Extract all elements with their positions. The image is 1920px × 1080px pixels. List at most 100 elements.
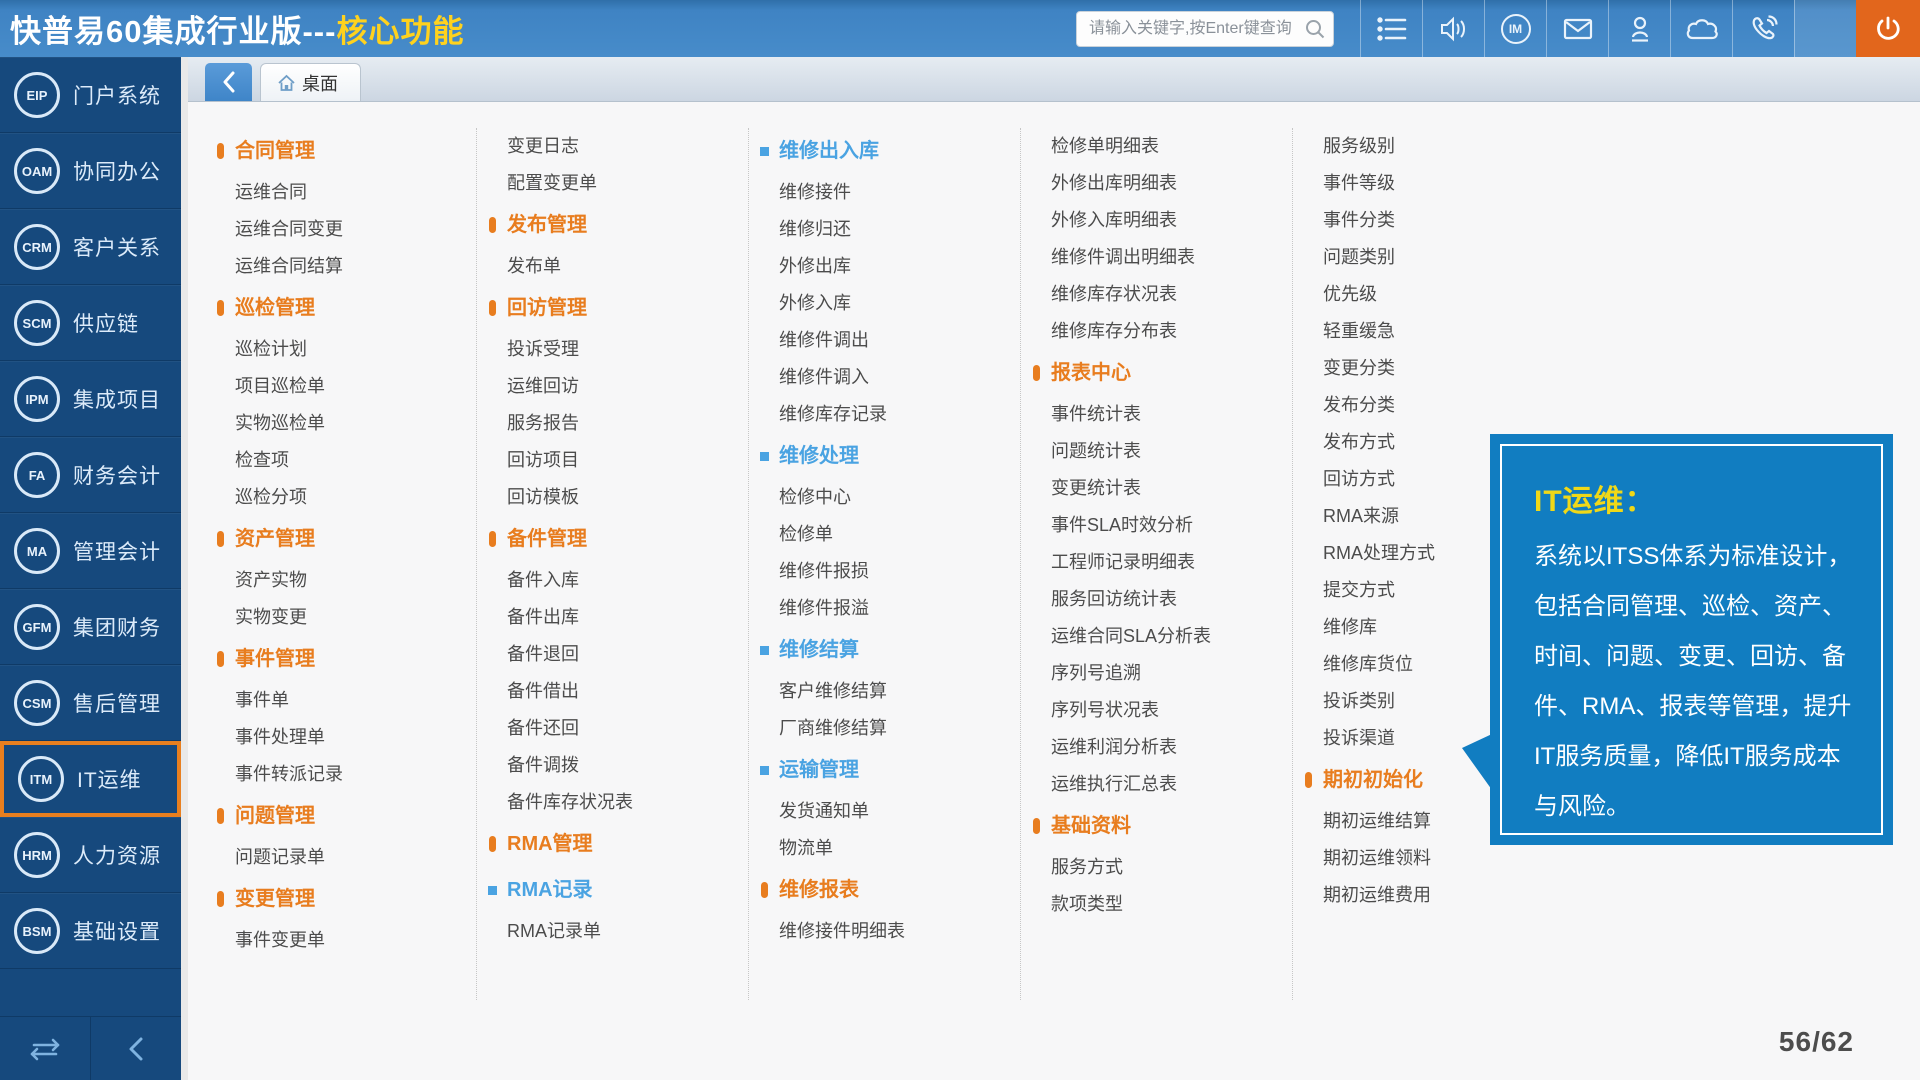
sidebar-item-csm[interactable]: CSM售后管理 xyxy=(0,665,181,741)
menu-list-icon[interactable] xyxy=(1360,0,1422,57)
menu-item[interactable]: 备件调拨 xyxy=(477,747,748,784)
speaker-icon[interactable] xyxy=(1422,0,1484,57)
blank-cell[interactable] xyxy=(1794,0,1856,57)
menu-item[interactable]: 变更日志 xyxy=(477,128,748,165)
menu-item[interactable]: 维修库存状况表 xyxy=(1021,276,1292,313)
menu-item[interactable]: 实物巡检单 xyxy=(205,405,476,442)
sidebar-item-scm[interactable]: SCM供应链 xyxy=(0,285,181,361)
menu-item[interactable]: 事件转派记录 xyxy=(205,756,476,793)
menu-item[interactable]: 运维回访 xyxy=(477,368,748,405)
menu-item[interactable]: 发布分类 xyxy=(1293,387,1565,424)
menu-item[interactable]: 外修入库 xyxy=(749,285,1020,322)
menu-item[interactable]: 检修单 xyxy=(749,516,1020,553)
menu-item[interactable]: 检修单明细表 xyxy=(1021,128,1292,165)
menu-item[interactable]: 事件分类 xyxy=(1293,202,1565,239)
menu-item[interactable]: 检修中心 xyxy=(749,479,1020,516)
menu-item[interactable]: 运维利润分析表 xyxy=(1021,729,1292,766)
menu-item[interactable]: 事件处理单 xyxy=(205,719,476,756)
menu-item[interactable]: 维修接件 xyxy=(749,174,1020,211)
sidebar-item-eip[interactable]: EIP门户系统 xyxy=(0,57,181,133)
menu-item[interactable]: 事件统计表 xyxy=(1021,396,1292,433)
swap-arrows-icon[interactable] xyxy=(0,1017,90,1080)
menu-item[interactable]: 运维合同变更 xyxy=(205,211,476,248)
menu-item[interactable]: 款项类型 xyxy=(1021,886,1292,923)
menu-item[interactable]: 问题记录单 xyxy=(205,839,476,876)
menu-item[interactable]: 外修入库明细表 xyxy=(1021,202,1292,239)
menu-item[interactable]: 维修件调入 xyxy=(749,359,1020,396)
menu-item[interactable]: 资产实物 xyxy=(205,562,476,599)
sidebar-item-fa[interactable]: FA财务会计 xyxy=(0,437,181,513)
menu-item[interactable]: 服务回访统计表 xyxy=(1021,581,1292,618)
phone-icon[interactable] xyxy=(1732,0,1794,57)
menu-item[interactable]: 维修件报损 xyxy=(749,553,1020,590)
menu-item[interactable]: 发货通知单 xyxy=(749,793,1020,830)
menu-item[interactable]: 备件库存状况表 xyxy=(477,784,748,821)
collapse-chevron-icon[interactable] xyxy=(90,1017,181,1080)
sidebar-item-ma[interactable]: MA管理会计 xyxy=(0,513,181,589)
mail-icon[interactable] xyxy=(1546,0,1608,57)
menu-item[interactable]: 客户维修结算 xyxy=(749,673,1020,710)
menu-item[interactable]: 维修接件明细表 xyxy=(749,913,1020,950)
menu-item[interactable]: 厂商维修结算 xyxy=(749,710,1020,747)
sidebar-item-itm[interactable]: ITMIT运维 xyxy=(0,741,181,817)
sidebar-scrollbar[interactable] xyxy=(181,57,188,1080)
sidebar-item-hrm[interactable]: HRM人力资源 xyxy=(0,817,181,893)
menu-item[interactable]: 备件借出 xyxy=(477,673,748,710)
sidebar-item-bsm[interactable]: BSM基础设置 xyxy=(0,893,181,969)
menu-item[interactable]: 运维合同 xyxy=(205,174,476,211)
menu-item[interactable]: 问题统计表 xyxy=(1021,433,1292,470)
power-icon[interactable] xyxy=(1856,0,1920,57)
menu-item[interactable]: 期初运维费用 xyxy=(1293,877,1565,914)
menu-item[interactable]: 变更统计表 xyxy=(1021,470,1292,507)
sidebar-item-oam[interactable]: OAM协同办公 xyxy=(0,133,181,209)
search-input[interactable] xyxy=(1076,11,1334,47)
menu-item[interactable]: 项目巡检单 xyxy=(205,368,476,405)
menu-item[interactable]: 优先级 xyxy=(1293,276,1565,313)
menu-item[interactable]: 维修库存分布表 xyxy=(1021,313,1292,350)
menu-item[interactable]: 巡检计划 xyxy=(205,331,476,368)
menu-item[interactable]: 备件出库 xyxy=(477,599,748,636)
menu-item[interactable]: 维修归还 xyxy=(749,211,1020,248)
menu-item[interactable]: 变更分类 xyxy=(1293,350,1565,387)
menu-item[interactable]: 巡检分项 xyxy=(205,479,476,516)
menu-item[interactable]: 事件单 xyxy=(205,682,476,719)
back-button[interactable] xyxy=(205,63,252,101)
menu-item[interactable]: 序列号状况表 xyxy=(1021,692,1292,729)
menu-item[interactable]: 投诉受理 xyxy=(477,331,748,368)
menu-item[interactable]: 运维执行汇总表 xyxy=(1021,766,1292,803)
cloud-icon[interactable] xyxy=(1670,0,1732,57)
menu-item[interactable]: 维修件调出 xyxy=(749,322,1020,359)
menu-item[interactable]: 外修出库明细表 xyxy=(1021,165,1292,202)
menu-item[interactable]: 备件还回 xyxy=(477,710,748,747)
menu-item[interactable]: 物流单 xyxy=(749,830,1020,867)
menu-item[interactable]: 服务方式 xyxy=(1021,849,1292,886)
search-icon[interactable] xyxy=(1304,18,1326,40)
menu-item[interactable]: 配置变更单 xyxy=(477,165,748,202)
menu-item[interactable]: 问题类别 xyxy=(1293,239,1565,276)
sidebar-item-ipm[interactable]: IPM集成项目 xyxy=(0,361,181,437)
menu-item[interactable]: 回访模板 xyxy=(477,479,748,516)
menu-item[interactable]: 维修件调出明细表 xyxy=(1021,239,1292,276)
menu-item[interactable]: 轻重缓急 xyxy=(1293,313,1565,350)
menu-item[interactable]: 实物变更 xyxy=(205,599,476,636)
menu-item[interactable]: 事件等级 xyxy=(1293,165,1565,202)
user-icon[interactable] xyxy=(1608,0,1670,57)
sidebar-item-crm[interactable]: CRM客户关系 xyxy=(0,209,181,285)
menu-item[interactable]: 备件退回 xyxy=(477,636,748,673)
menu-item[interactable]: 服务级别 xyxy=(1293,128,1565,165)
menu-item[interactable]: 外修出库 xyxy=(749,248,1020,285)
menu-item[interactable]: 运维合同结算 xyxy=(205,248,476,285)
menu-item[interactable]: 维修件报溢 xyxy=(749,590,1020,627)
im-icon[interactable]: IM xyxy=(1484,0,1546,57)
menu-item[interactable]: RMA记录单 xyxy=(477,913,748,950)
menu-item[interactable]: 检查项 xyxy=(205,442,476,479)
menu-item[interactable]: 期初运维领料 xyxy=(1293,840,1565,877)
menu-item[interactable]: 维修库存记录 xyxy=(749,396,1020,433)
tab-desktop[interactable]: 桌面 xyxy=(260,63,361,101)
sidebar-item-gfm[interactable]: GFM集团财务 xyxy=(0,589,181,665)
menu-item[interactable]: 事件变更单 xyxy=(205,922,476,959)
menu-item[interactable]: 运维合同SLA分析表 xyxy=(1021,618,1292,655)
menu-item[interactable]: 工程师记录明细表 xyxy=(1021,544,1292,581)
menu-item[interactable]: 发布单 xyxy=(477,248,748,285)
menu-item[interactable]: 备件入库 xyxy=(477,562,748,599)
